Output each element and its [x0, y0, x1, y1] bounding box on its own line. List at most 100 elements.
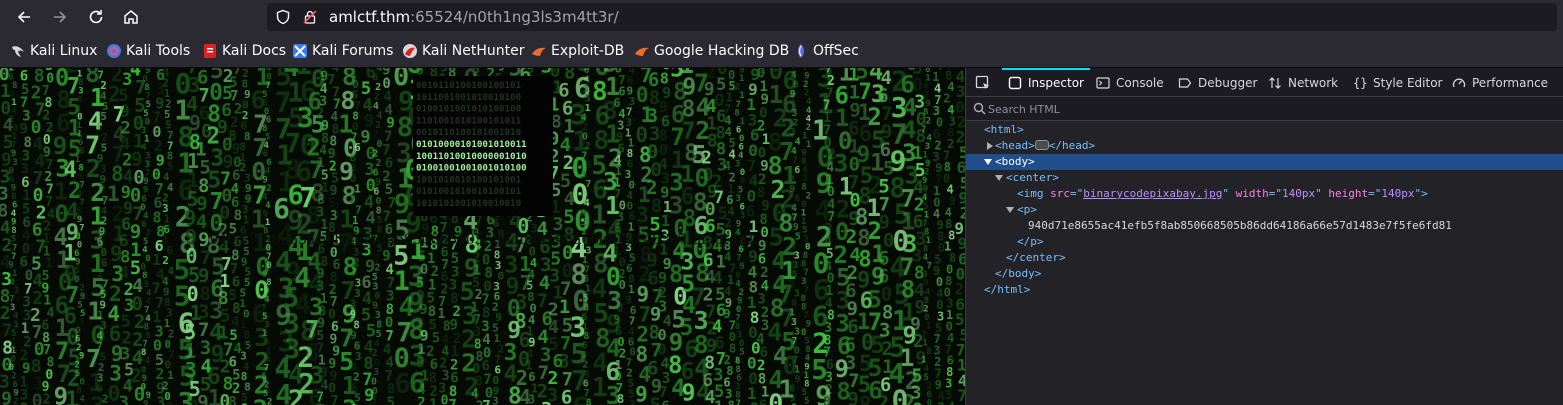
center-close-tag: </center>: [1006, 251, 1066, 264]
svg-text:1: 1: [713, 398, 723, 405]
svg-text:7: 7: [937, 401, 944, 405]
node-head[interactable]: <head> </head>: [966, 138, 1563, 154]
binary-row: 0010110100100100101: [416, 80, 522, 91]
svg-text:8: 8: [20, 401, 28, 405]
bookmark-offsec[interactable]: OffSec: [793, 42, 859, 60]
svg-text:2: 2: [417, 395, 425, 405]
reload-icon: [89, 10, 103, 24]
expand-arrow-icon[interactable]: [987, 142, 993, 150]
attr-value: 140px: [1281, 187, 1316, 200]
bookmark-label: Kali NetHunter: [422, 43, 525, 59]
collapsed-ellipsis-icon[interactable]: [1034, 140, 1049, 150]
developer-tools-panel: Inspector Console Debugger Network {} St…: [965, 68, 1563, 405]
kali-forums-icon: [293, 44, 307, 58]
p-text-content: 940d71e8655ac41efb5f8ab850668505b86dd641…: [1028, 219, 1452, 232]
console-icon: [1096, 76, 1110, 89]
img-tag: <img: [1017, 187, 1044, 200]
home-button[interactable]: [118, 4, 144, 30]
bookmark-label: OffSec: [813, 43, 859, 59]
forward-button[interactable]: [47, 4, 73, 30]
tag-end: >: [1421, 187, 1428, 200]
collapse-arrow-icon[interactable]: [1006, 207, 1014, 213]
bookmark-label: Kali Linux: [30, 43, 98, 59]
node-center[interactable]: <center>: [966, 170, 1563, 186]
tab-network[interactable]: Network: [1268, 68, 1338, 97]
binary-row: 1101001010100101011: [416, 115, 522, 126]
node-img[interactable]: <img src="binarycodepixabay.jpg" width="…: [966, 186, 1563, 202]
bookmark-google-hacking-db[interactable]: Google Hacking DB: [634, 42, 789, 60]
svg-text:6: 6: [759, 398, 767, 405]
tab-console[interactable]: Console: [1096, 68, 1164, 97]
attr-value: 140px: [1381, 187, 1415, 200]
svg-text:9: 9: [635, 382, 648, 405]
bookmark-kali-linux[interactable]: Kali Linux: [10, 42, 97, 60]
node-center-close[interactable]: </center>: [966, 250, 1563, 266]
debugger-icon: [1178, 77, 1192, 88]
insecure-lock-icon[interactable]: [302, 9, 318, 25]
svg-text:2: 2: [926, 116, 931, 126]
svg-text:2: 2: [267, 398, 272, 405]
svg-text:1: 1: [429, 397, 437, 405]
back-button[interactable]: [11, 4, 37, 30]
bookmark-kali-forums[interactable]: Kali Forums: [292, 42, 393, 60]
svg-text:5: 5: [804, 396, 809, 405]
url-bar[interactable]: amlctf.thm:65524/n0th1ng3ls3m4tt3r/: [267, 3, 1557, 31]
svg-text:3: 3: [14, 286, 19, 296]
node-p[interactable]: <p>: [966, 202, 1563, 218]
collapse-arrow-icon[interactable]: [995, 175, 1003, 181]
node-body-close[interactable]: </body>: [966, 266, 1563, 282]
bookmark-kali-docs[interactable]: Kali Docs: [202, 42, 286, 60]
node-p-close[interactable]: </p>: [966, 234, 1563, 250]
tab-label: Style Editor: [1373, 75, 1443, 90]
bookmark-exploit-db[interactable]: Exploit-DB: [531, 42, 624, 60]
node-body[interactable]: <body>: [966, 154, 1563, 170]
page-hash-paragraph: 940d71e8655ac41efb5f8ab850668505b86dd641…: [209, 232, 756, 248]
web-page-viewport[interactable]: 5401045933842438278039942680142017930698…: [0, 68, 965, 405]
binary-row: 10011010010000001010: [416, 151, 527, 162]
binary-code-graphic: 0010110100100100101101100100101001010001…: [416, 80, 527, 209]
tab-debugger[interactable]: Debugger: [1178, 68, 1257, 97]
url-text[interactable]: amlctf.thm:65524/n0th1ng3ls3m4tt3r/: [329, 8, 619, 26]
head-close-tag: </head>: [1048, 139, 1096, 152]
forward-arrow-icon: [54, 11, 67, 23]
binary-row: 0010110100101001010: [416, 127, 521, 138]
kali-docs-icon: [204, 44, 216, 58]
home-icon: [124, 10, 138, 24]
node-p-text[interactable]: 940d71e8655ac41efb5f8ab850668505b86dd641…: [966, 218, 1563, 234]
bookmark-label: Exploit-DB: [551, 43, 625, 59]
element-picker-icon[interactable]: [975, 75, 991, 91]
svg-text:9: 9: [794, 374, 800, 385]
tab-style-editor[interactable]: {} Style Editor: [1353, 68, 1442, 97]
collapse-arrow-icon[interactable]: [984, 159, 992, 165]
url-path: :65524/n0th1ng3ls3m4tt3r/: [410, 8, 619, 26]
attr-value-link[interactable]: binarycodepixabay.jpg: [1083, 187, 1222, 200]
svg-text:7: 7: [331, 394, 339, 405]
svg-text:3: 3: [119, 393, 129, 405]
svg-text:5: 5: [241, 402, 248, 405]
tab-label: Performance: [1472, 75, 1549, 90]
svg-text:9: 9: [682, 381, 696, 405]
ghdb-icon: [635, 47, 649, 56]
tab-label: Network: [1288, 75, 1339, 90]
bookmark-kali-tools[interactable]: Kali Tools: [106, 42, 190, 60]
svg-text:2: 2: [43, 393, 51, 405]
navigation-toolbar: amlctf.thm:65524/n0th1ng3ls3m4tt3r/: [0, 0, 1563, 34]
tab-label: Debugger: [1198, 75, 1258, 90]
kali-tools-icon: [107, 44, 121, 58]
svg-text:7: 7: [448, 397, 456, 405]
bookmark-kali-nethunter[interactable]: Kali NetHunter: [402, 42, 524, 60]
tab-performance[interactable]: Performance: [1452, 68, 1548, 97]
binary-row: 1011001001010010100: [416, 92, 521, 103]
node-html-close[interactable]: </html>: [966, 282, 1563, 298]
svg-text:9: 9: [1, 389, 12, 405]
node-html-open[interactable]: <html>: [966, 122, 1563, 138]
reload-button[interactable]: [83, 4, 109, 30]
svg-text:9: 9: [806, 320, 811, 330]
tracking-protection-shield-icon[interactable]: [275, 9, 291, 25]
html-close-tag: </html>: [984, 283, 1031, 296]
svg-text:5: 5: [371, 396, 377, 405]
tab-inspector[interactable]: Inspector: [1002, 68, 1090, 97]
devtools-tab-bar: Inspector Console Debugger Network {} St…: [966, 68, 1563, 97]
style-editor-icon: {}: [1353, 75, 1368, 90]
search-html-input[interactable]: [988, 100, 1548, 118]
